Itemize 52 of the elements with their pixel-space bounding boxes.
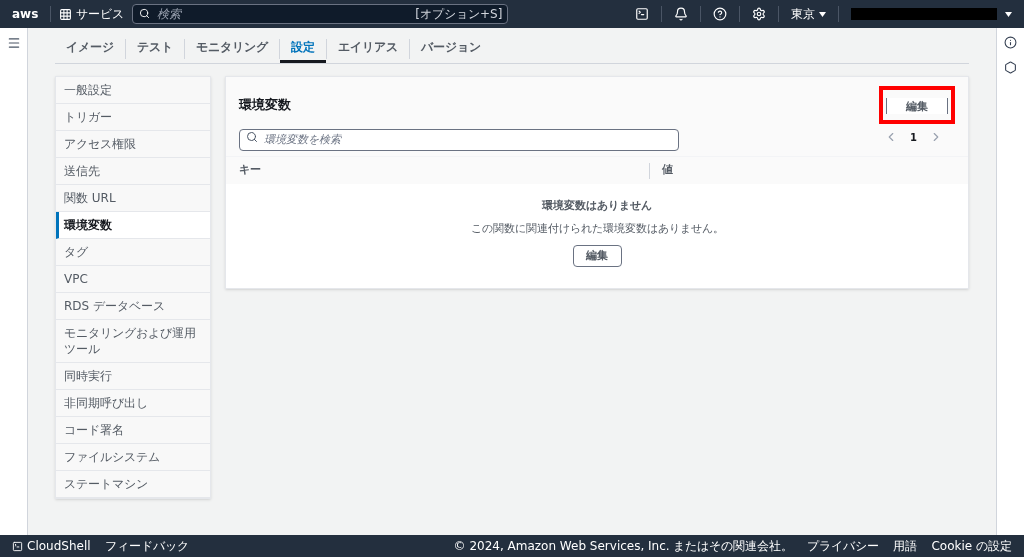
tab[interactable]: テスト xyxy=(126,34,184,63)
sidebar-item[interactable]: ステートマシン xyxy=(56,471,210,498)
sidebar-item[interactable]: RDS データベース xyxy=(56,293,210,320)
edit-button[interactable]: 編集 xyxy=(886,98,948,114)
help-icon[interactable] xyxy=(713,7,727,21)
page-number[interactable]: 1 xyxy=(910,129,917,145)
copyright-text: © 2024, Amazon Web Services, Inc. またはその関連会社。 xyxy=(453,538,794,555)
footer-link[interactable]: Cookie の設定 xyxy=(931,537,1012,555)
tab[interactable]: エイリアス xyxy=(327,34,409,63)
sidebar-item[interactable]: コード署名 xyxy=(56,417,210,444)
edit-button[interactable]: 編集 xyxy=(572,245,622,267)
sidebar-item[interactable]: ファイルシステム xyxy=(56,444,210,471)
terminal-icon[interactable] xyxy=(635,7,649,21)
search-icon xyxy=(246,131,258,143)
tab[interactable]: バージョン xyxy=(410,34,492,63)
sidebar-item[interactable]: 同時実行 xyxy=(56,363,210,390)
terminal-icon xyxy=(12,540,23,552)
sidebar-item[interactable]: モニタリングおよび運用ツール xyxy=(56,320,210,363)
footer-link[interactable]: プライバシー xyxy=(807,537,880,555)
shortcut-hint: [オプション+S] xyxy=(415,6,503,23)
sidebar-item[interactable]: 送信先 xyxy=(56,158,210,185)
cloudshell-button[interactable]: CloudShell xyxy=(12,537,91,555)
sidebar-item[interactable]: 関数 URL xyxy=(56,185,210,212)
region-menu[interactable]: 東京 xyxy=(791,5,826,23)
bell-icon[interactable] xyxy=(674,7,688,21)
sidebar-item[interactable]: トリガー xyxy=(56,104,210,131)
footer-link[interactable]: 用語 xyxy=(893,537,918,555)
sidebar-item[interactable]: タグ xyxy=(56,239,210,266)
sidebar-item[interactable]: 環境変数 xyxy=(56,212,210,239)
search-field[interactable]: 環境変数を検索 xyxy=(239,128,679,151)
sidebar-item[interactable]: 一般設定 xyxy=(56,77,210,104)
column-header: キー xyxy=(239,162,261,179)
logo[interactable]: aws xyxy=(8,5,43,23)
search-icon xyxy=(139,8,151,19)
hexagon-icon[interactable] xyxy=(1004,61,1017,74)
panel-title: 環境変数 xyxy=(239,96,291,115)
menu-icon[interactable] xyxy=(6,36,21,50)
empty-title: 環境変数はありません xyxy=(542,198,652,214)
caret-icon xyxy=(819,11,826,17)
services-button[interactable]: サービス xyxy=(59,5,125,23)
sidebar-item[interactable]: VPC xyxy=(56,266,210,293)
tab[interactable]: モニタリング xyxy=(185,34,279,63)
feedback-link[interactable]: フィードバック xyxy=(104,537,189,555)
sidebar-item[interactable]: アクセス権限 xyxy=(56,131,210,158)
settings-icon[interactable] xyxy=(752,7,766,21)
caret-icon[interactable] xyxy=(1005,11,1012,17)
tab[interactable]: イメージ xyxy=(55,34,125,63)
column-header: 値 xyxy=(662,162,673,179)
empty-message: この関数に関連付けられた環境変数はありません。 xyxy=(470,220,724,237)
sidebar-item[interactable]: 非同期呼び出し xyxy=(56,390,210,417)
grid-icon xyxy=(59,7,73,21)
info-icon[interactable] xyxy=(1004,36,1017,49)
